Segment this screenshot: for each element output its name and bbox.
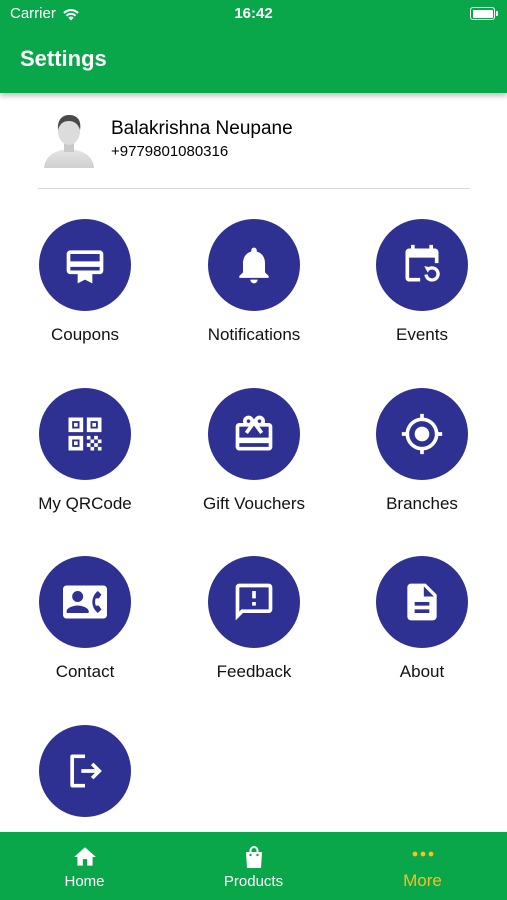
status-time: 16:42 <box>234 5 273 22</box>
divider <box>38 188 470 189</box>
profile-section[interactable]: Balakrishna Neupane +9779801080316 <box>38 108 470 188</box>
menu-item-feedback[interactable]: Feedback <box>174 556 334 682</box>
menu-label: Feedback <box>216 662 292 681</box>
menu-label: Coupons <box>50 325 120 344</box>
more-dots-icon <box>412 851 433 857</box>
menu-label: Branches <box>386 494 458 513</box>
logout-icon <box>39 725 131 817</box>
nav-label: Products <box>223 873 284 890</box>
menu-item-logout[interactable] <box>5 725 165 831</box>
menu-label: About <box>399 662 445 681</box>
profile-name: Balakrishna Neupane <box>111 118 293 139</box>
home-icon <box>73 847 96 866</box>
menu-label: Notifications <box>207 325 301 344</box>
shopping-bag-icon <box>245 846 262 868</box>
nav-label: Home <box>64 873 105 890</box>
menu-item-branches[interactable]: Branches <box>342 388 502 514</box>
nav-more[interactable]: More <box>338 832 507 900</box>
location-target-icon <box>376 388 468 480</box>
calendar-sync-icon <box>376 219 468 311</box>
menu-label: Contact <box>55 662 115 681</box>
coupon-icon <box>39 219 131 311</box>
menu-item-coupons[interactable]: Coupons <box>5 219 165 345</box>
status-bar: Carrier 16:42 <box>0 0 507 28</box>
nav-label: More <box>403 871 442 890</box>
document-icon <box>376 556 468 648</box>
menu-label: My QRCode <box>38 494 132 513</box>
menu-item-contact[interactable]: Contact <box>5 556 165 682</box>
bell-icon <box>208 219 300 311</box>
menu-item-gift-vouchers[interactable]: Gift Vouchers <box>174 388 334 514</box>
menu-label: Gift Vouchers <box>202 494 306 513</box>
gift-card-icon <box>208 388 300 480</box>
menu-label: Events <box>396 325 448 344</box>
bottom-nav: Home Products More <box>0 832 507 900</box>
contact-card-icon <box>39 556 131 648</box>
avatar <box>44 115 94 168</box>
profile-phone: +9779801080316 <box>111 143 229 160</box>
page-title: Settings <box>20 46 107 71</box>
nav-home[interactable]: Home <box>0 832 169 900</box>
app-header: Carrier 16:42 Settings <box>0 0 507 93</box>
qrcode-icon <box>39 388 131 480</box>
battery-icon <box>470 7 498 20</box>
feedback-icon <box>208 556 300 648</box>
menu-item-events[interactable]: Events <box>342 219 502 345</box>
menu-item-about[interactable]: About <box>342 556 502 682</box>
nav-products[interactable]: Products <box>169 832 338 900</box>
menu-item-my-qrcode[interactable]: My QRCode <box>5 388 165 514</box>
menu-item-notifications[interactable]: Notifications <box>174 219 334 345</box>
